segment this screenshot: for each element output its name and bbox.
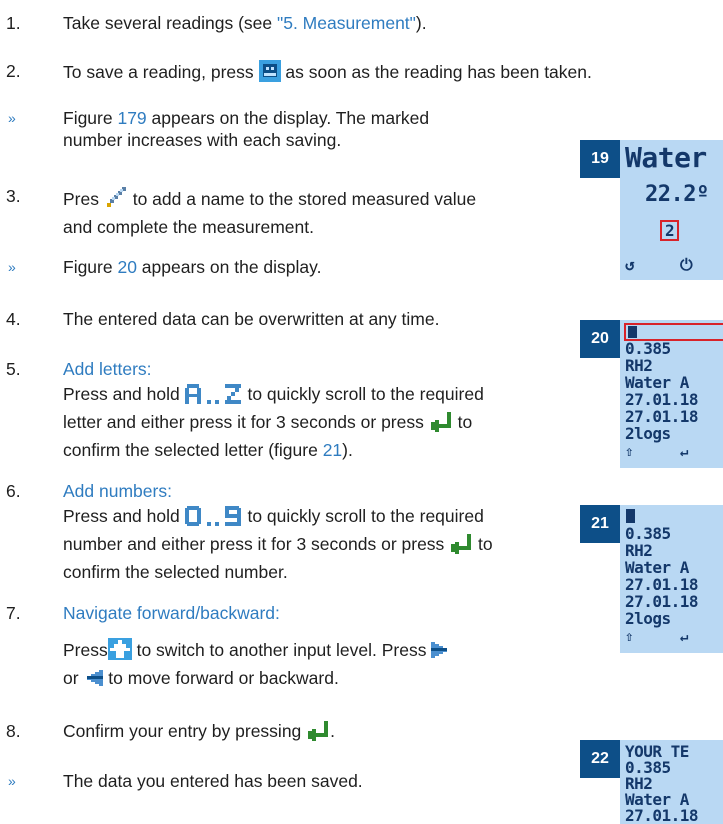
- lcd-saved-count: 2: [660, 220, 680, 241]
- step-2-text: To save a reading, press as soon as the …: [63, 60, 723, 88]
- lcd-shift-icon: ⇧: [625, 629, 633, 645]
- enter-icon: [306, 721, 330, 747]
- cursor: [628, 326, 637, 338]
- figure-link[interactable]: 20: [117, 257, 136, 277]
- step-8-text: Confirm your entry by pressing .: [63, 720, 563, 747]
- letter-keys-icon: [184, 384, 243, 410]
- backward-icon: [83, 668, 104, 694]
- step-4-text: The entered data can be overwritten at a…: [63, 309, 440, 329]
- figure-21: 21 0.385 RH2 Water A 27.01.18 27.01.18 2…: [580, 505, 723, 653]
- step-number: 2.: [6, 61, 21, 81]
- step-number: 6.: [6, 481, 21, 501]
- figure-badge: 22: [580, 740, 620, 778]
- bullet-arrow: »: [8, 773, 16, 789]
- lcd-display: YOUR TE 0.385 RH2 Water A 27.01.18: [620, 740, 723, 824]
- step-3-text: Pres to add a name to the stored measure…: [63, 185, 483, 239]
- step-5-heading: Add letters:: [63, 359, 152, 379]
- figure-19: 19 Water 22.2º 2 ↺ ⏻: [580, 140, 723, 280]
- lcd-line: 0.385: [625, 524, 671, 543]
- step-number: 3.: [6, 186, 21, 206]
- lcd-line: Water A: [625, 558, 689, 577]
- lcd-line: 27.01.18: [625, 806, 699, 824]
- lcd-line: 2logs: [625, 609, 671, 628]
- lcd-line: RH2: [625, 541, 653, 560]
- figure-22: 22 YOUR TE 0.385 RH2 Water A 27.01.18: [580, 740, 723, 824]
- lcd-value: 22.2º: [645, 182, 709, 207]
- lcd-enter-icon: ↵: [680, 629, 688, 645]
- shift-up-icon: [107, 638, 132, 666]
- save-icon: [258, 60, 281, 88]
- bullet-arrow: »: [8, 259, 16, 275]
- figure-link[interactable]: 179: [117, 108, 146, 128]
- step-number: 1.: [6, 13, 21, 33]
- lcd-display: 0.385 RH2 Water A 27.01.18 27.01.18 2log…: [620, 320, 723, 468]
- step-6-text: Press and hold to quickly scroll to the …: [63, 506, 493, 582]
- bullet-data-saved: The data you entered has been saved.: [63, 771, 363, 791]
- step-7-text: Press to switch to another input level. …: [63, 638, 493, 694]
- measurement-link[interactable]: "5. Measurement": [277, 13, 416, 33]
- pencil-icon: [104, 185, 128, 215]
- lcd-display: 0.385 RH2 Water A 27.01.18 27.01.18 2log…: [620, 505, 723, 653]
- figure-badge: 21: [580, 505, 620, 543]
- lcd-line: RH2: [625, 356, 653, 375]
- lcd-line: 27.01.18: [625, 575, 699, 594]
- lcd-power-icon: ⏻: [680, 255, 693, 274]
- bullet-arrow: »: [8, 110, 16, 126]
- step-number: 5.: [6, 359, 21, 379]
- lcd-line: 2logs: [625, 424, 671, 443]
- lcd-title: Water: [625, 141, 707, 174]
- lcd-back-icon: ↺: [625, 255, 635, 274]
- enter-icon: [429, 412, 453, 438]
- number-keys-icon: [184, 506, 243, 532]
- step-5-text: Press and hold to quickly scroll to the …: [63, 384, 484, 460]
- bullet-figure-20: Figure 20 appears on the display.: [63, 257, 322, 277]
- step-number: 8.: [6, 721, 21, 741]
- lcd-enter-icon: ↵: [680, 444, 688, 460]
- lcd-line: Water A: [625, 373, 689, 392]
- bullet-figure-179: Figure 179 appears on the display. The m…: [63, 108, 430, 150]
- figure-20: 20 0.385 RH2 Water A 27.01.18 27.01.18 2…: [580, 320, 723, 468]
- lcd-shift-icon: ⇧: [625, 444, 633, 460]
- lcd-line: 27.01.18: [625, 407, 699, 426]
- figure-link[interactable]: 21: [323, 440, 342, 460]
- lcd-line: 0.385: [625, 339, 671, 358]
- step-6-heading: Add numbers:: [63, 481, 172, 501]
- figure-badge: 19: [580, 140, 620, 178]
- lcd-line: 27.01.18: [625, 390, 699, 409]
- enter-icon: [449, 534, 473, 560]
- step-number: 7.: [6, 603, 21, 623]
- figure-badge: 20: [580, 320, 620, 358]
- cursor: [626, 509, 635, 523]
- step-7-heading: Navigate forward/backward:: [63, 603, 280, 623]
- lcd-display: Water 22.2º 2 ↺ ⏻: [620, 140, 723, 280]
- step-number: 4.: [6, 309, 21, 329]
- lcd-line: 27.01.18: [625, 592, 699, 611]
- step-1-text: Take several readings (see "5. Measureme…: [63, 13, 427, 33]
- forward-icon: [431, 640, 451, 666]
